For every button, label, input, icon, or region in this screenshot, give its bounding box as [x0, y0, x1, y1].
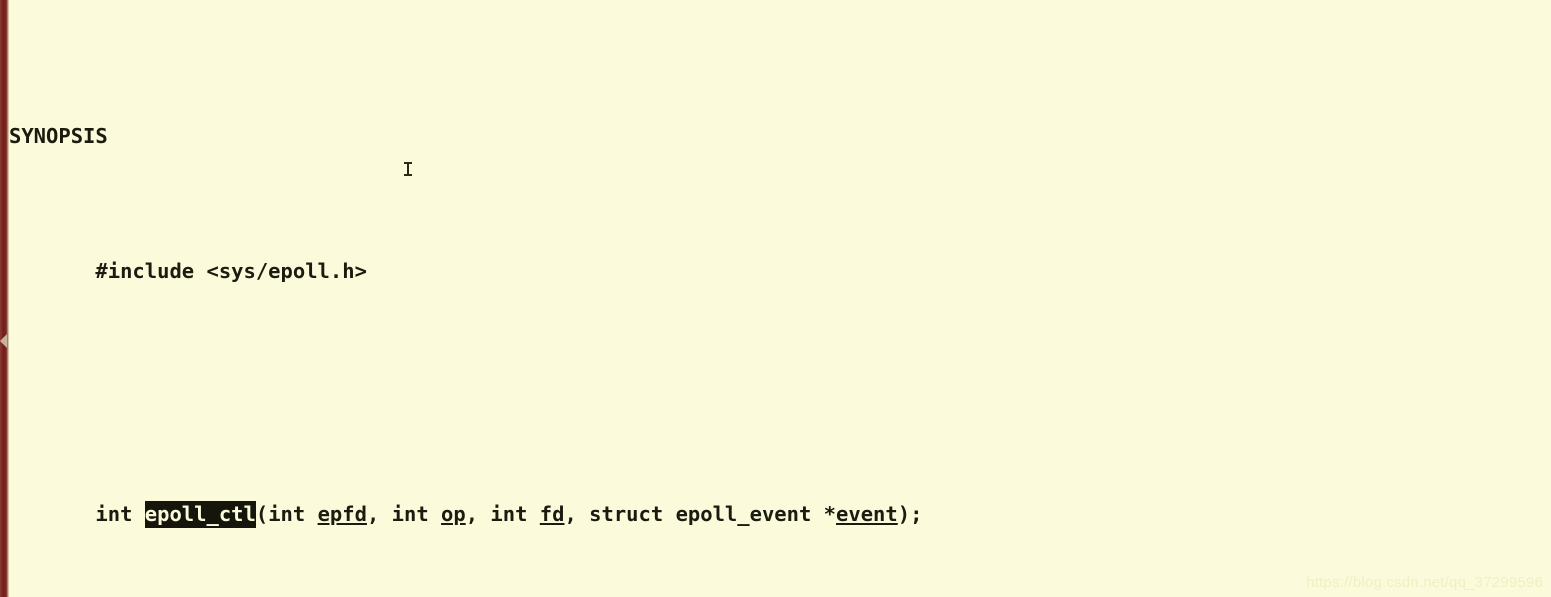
- synopsis-include-line: #include <sys/epoll.h>: [9, 258, 1551, 285]
- proto-param-event: event: [836, 502, 898, 526]
- proto-sep-3: , struct: [564, 502, 676, 526]
- proto-param-op: op: [441, 502, 466, 526]
- ibeam-bottom-bar: [404, 174, 412, 176]
- proto-param-epfd: epfd: [317, 502, 367, 526]
- proto-star: *: [811, 502, 837, 526]
- text-ibeam-cursor-icon: [404, 161, 413, 177]
- section-heading-synopsis: SYNOPSIS: [9, 123, 1551, 150]
- proto-close: );: [897, 502, 923, 526]
- proto-param-fd: fd: [539, 502, 565, 526]
- terminal-left-border: [0, 0, 9, 597]
- proto-indent: [9, 502, 95, 526]
- man-page-content[interactable]: SYNOPSIS #include <sys/epoll.h> int epol…: [9, 0, 1551, 597]
- proto-open-paren: (int: [255, 502, 318, 526]
- terminal-window[interactable]: SYNOPSIS #include <sys/epoll.h> int epol…: [0, 0, 1551, 597]
- search-highlight-epoll-ctl[interactable]: epoll_ctl: [144, 501, 256, 528]
- proto-sep-2: , int: [465, 502, 540, 526]
- synopsis-prototype-line: int epoll_ctl(int epfd, int op, int fd, …: [9, 501, 1551, 528]
- include-text: #include <sys/epoll.h>: [9, 259, 367, 283]
- watermark-text: https://blog.csdn.net/qq_37299596: [1306, 574, 1543, 591]
- synopsis-heading-text: SYNOPSIS: [9, 124, 108, 148]
- proto-return-type: int: [95, 502, 145, 526]
- proto-sep-1: , int: [366, 502, 442, 526]
- proto-struct-name: epoll_event: [675, 502, 812, 526]
